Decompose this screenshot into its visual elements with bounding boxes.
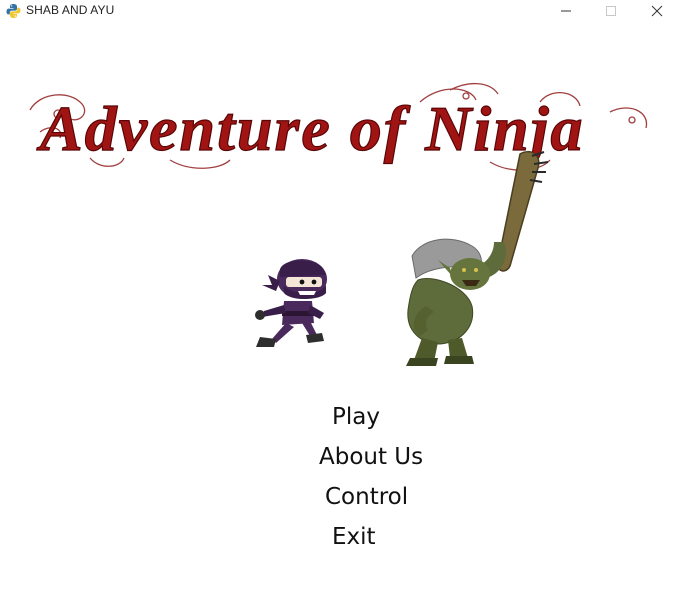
game-title-logo: Adventure of Ninja: [29, 83, 648, 171]
ninja-sprite: [255, 259, 327, 347]
window-titlebar[interactable]: SHAB AND AYU: [0, 0, 677, 22]
python-icon: [6, 3, 21, 19]
minimize-button[interactable]: [543, 0, 589, 22]
menu-about-us-button[interactable]: About Us: [319, 444, 423, 470]
menu-exit-button[interactable]: Exit: [332, 524, 376, 550]
minimize-icon: [560, 5, 572, 17]
menu-play-button[interactable]: Play: [332, 404, 380, 430]
maximize-button[interactable]: [588, 0, 634, 22]
close-button[interactable]: [634, 0, 677, 22]
menu-control-button[interactable]: Control: [325, 484, 408, 510]
game-window: SHAB AND AYU Adventure of Ninja Play Abo…: [0, 0, 677, 597]
troll-sprite: [406, 150, 549, 366]
close-icon: [651, 5, 663, 17]
window-title: SHAB AND AYU: [26, 3, 115, 17]
maximize-icon: [605, 5, 617, 17]
